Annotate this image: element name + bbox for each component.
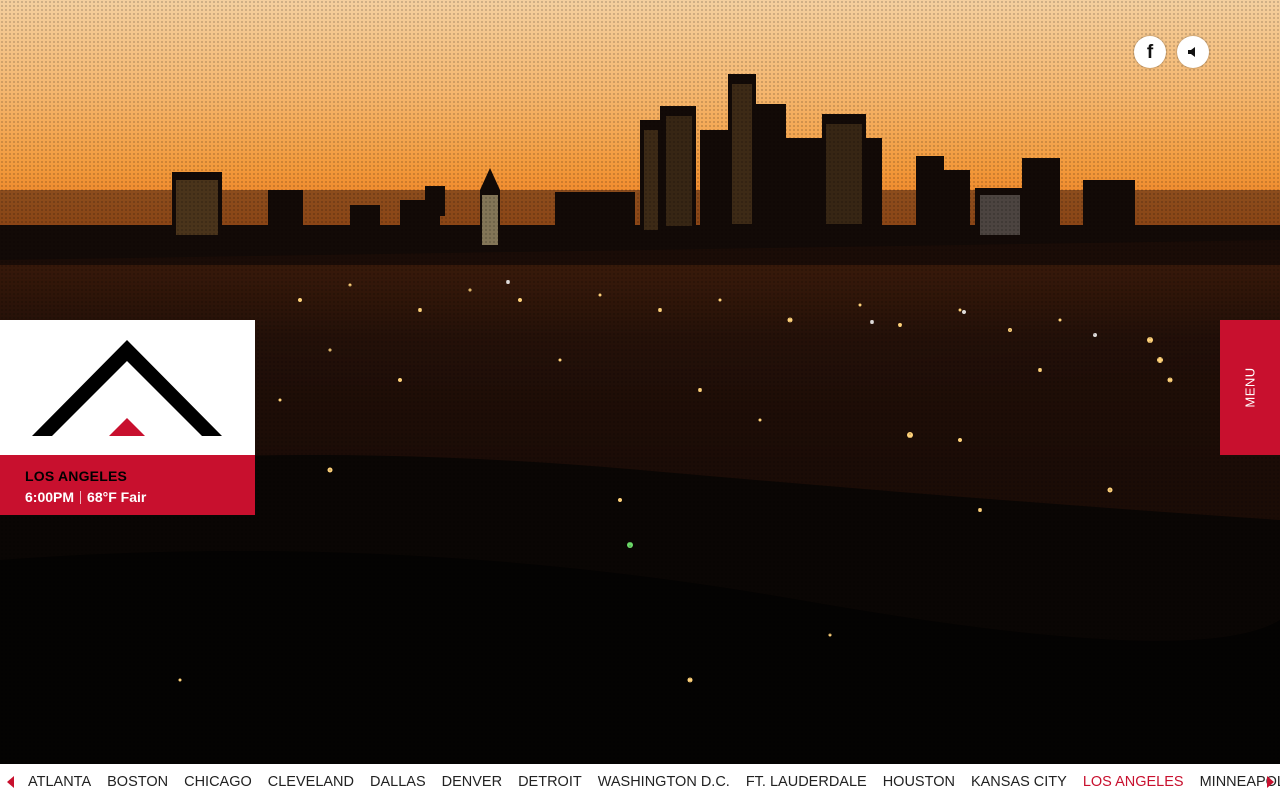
arrow-right-icon	[1266, 776, 1274, 788]
menu-label: MENU	[1242, 367, 1258, 408]
logo-panel	[0, 320, 255, 455]
city-time-weather: 6:00PM 68°F Fair	[25, 488, 255, 506]
city-link[interactable]: DALLAS	[362, 764, 434, 800]
city-link[interactable]: LOS ANGELES	[1075, 764, 1192, 800]
city-link[interactable]: FT. LAUDERDALE	[738, 764, 875, 800]
city-link[interactable]: KANSAS CITY	[963, 764, 1075, 800]
city-link[interactable]: WASHINGTON D.C.	[590, 764, 738, 800]
facebook-button[interactable]: f	[1134, 36, 1166, 68]
location-info-panel: LOS ANGELES 6:00PM 68°F Fair	[0, 455, 255, 515]
info-divider	[80, 490, 82, 504]
speaker-icon	[1188, 47, 1195, 57]
current-city-name: LOS ANGELES	[25, 468, 128, 484]
local-time: 6:00PM	[25, 489, 75, 505]
location-card: LOS ANGELES 6:00PM 68°F Fair	[0, 320, 255, 515]
previous-city-button[interactable]	[0, 764, 20, 800]
city-link[interactable]: BOSTON	[99, 764, 176, 800]
sound-toggle-button[interactable]	[1177, 36, 1209, 68]
menu-button[interactable]: MENU	[1220, 320, 1280, 455]
city-link[interactable]: DENVER	[434, 764, 510, 800]
city-link[interactable]: CHICAGO	[176, 764, 260, 800]
city-link[interactable]: CLEVELAND	[260, 764, 362, 800]
city-link[interactable]: HOUSTON	[875, 764, 963, 800]
city-link[interactable]: ATLANTA	[20, 764, 99, 800]
city-link[interactable]: DETROIT	[510, 764, 590, 800]
roof-chevron-logo-icon	[32, 340, 222, 436]
city-list: ATLANTA BOSTON CHICAGO CLEVELAND DALLAS DENVE…	[20, 764, 1280, 800]
weather-readout: 68°F Fair	[87, 489, 147, 505]
next-city-button[interactable]	[1260, 764, 1280, 800]
facebook-icon: f	[1146, 42, 1154, 63]
arrow-left-icon	[6, 776, 14, 788]
city-navigation-bar: ATLANTA BOSTON CHICAGO CLEVELAND DALLAS DENVE…	[0, 764, 1280, 800]
